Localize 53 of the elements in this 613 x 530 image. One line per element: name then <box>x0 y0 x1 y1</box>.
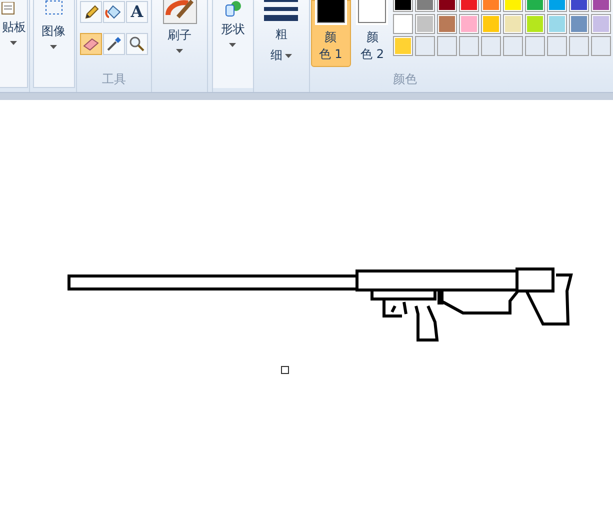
fill-tool-button[interactable] <box>102 1 125 23</box>
caret-icon <box>285 54 292 58</box>
clipboard-icon <box>0 2 17 16</box>
palette-swatch[interactable] <box>503 14 524 34</box>
color-label: 色 1 <box>318 46 342 63</box>
color-picker-icon <box>106 36 122 52</box>
brushes-button[interactable]: 刷子 <box>162 0 197 53</box>
palette-swatch[interactable] <box>393 36 414 56</box>
paint-bucket-icon <box>104 4 123 20</box>
image-label: 图像 <box>42 23 66 40</box>
size-button[interactable]: 粗 细 <box>264 0 298 64</box>
pencil-icon <box>82 4 99 20</box>
color-label: 颜 <box>324 29 336 46</box>
shapes-button[interactable]: 形状 <box>212 0 253 88</box>
caret-icon <box>229 43 236 47</box>
palette-swatch[interactable] <box>591 14 612 34</box>
size-label: 粗 <box>275 26 288 43</box>
shapes-icon <box>222 0 243 18</box>
palette-swatch[interactable] <box>525 14 546 34</box>
resize-handle[interactable] <box>281 366 289 374</box>
magnifier-tool-button[interactable] <box>126 33 148 55</box>
image-button[interactable]: 图像 <box>32 0 75 88</box>
clipboard-label: 贴板 <box>2 19 26 36</box>
brush-icon <box>162 0 197 24</box>
color-label: 色 2 <box>360 46 384 63</box>
eraser-icon <box>82 37 100 51</box>
text-tool-button[interactable]: A <box>126 1 148 23</box>
color-1-button[interactable]: 颜 色 1 <box>310 0 350 67</box>
brushes-label: 刷子 <box>168 27 192 44</box>
palette-swatch[interactable] <box>437 14 458 34</box>
caret-icon <box>10 41 18 45</box>
shapes-label: 形状 <box>220 21 245 38</box>
colors-group-label: 颜色 <box>393 71 418 88</box>
paste-button[interactable]: 贴板 <box>0 0 28 88</box>
palette-swatch[interactable] <box>481 14 502 34</box>
color-2-button[interactable]: 颜 色 2 <box>352 0 392 67</box>
pencil-tool-button[interactable] <box>80 1 102 23</box>
caret-icon <box>50 45 58 49</box>
text-tool-glyph: A <box>130 4 144 20</box>
palette-swatch[interactable] <box>547 14 568 34</box>
palette-swatch[interactable] <box>459 14 480 34</box>
size-label: 细 <box>270 47 282 64</box>
picker-tool-button[interactable] <box>102 33 125 55</box>
magnifier-icon <box>128 36 145 52</box>
palette-swatch[interactable] <box>415 14 436 34</box>
line-width-icon <box>264 0 298 22</box>
palette-swatch[interactable] <box>393 14 414 34</box>
tools-group-label: 工具 <box>102 71 126 88</box>
palette-swatch[interactable] <box>569 14 590 34</box>
selection-icon <box>44 0 63 16</box>
color-label: 颜 <box>366 29 378 46</box>
eraser-tool-button[interactable] <box>80 33 102 55</box>
caret-icon <box>176 49 184 53</box>
